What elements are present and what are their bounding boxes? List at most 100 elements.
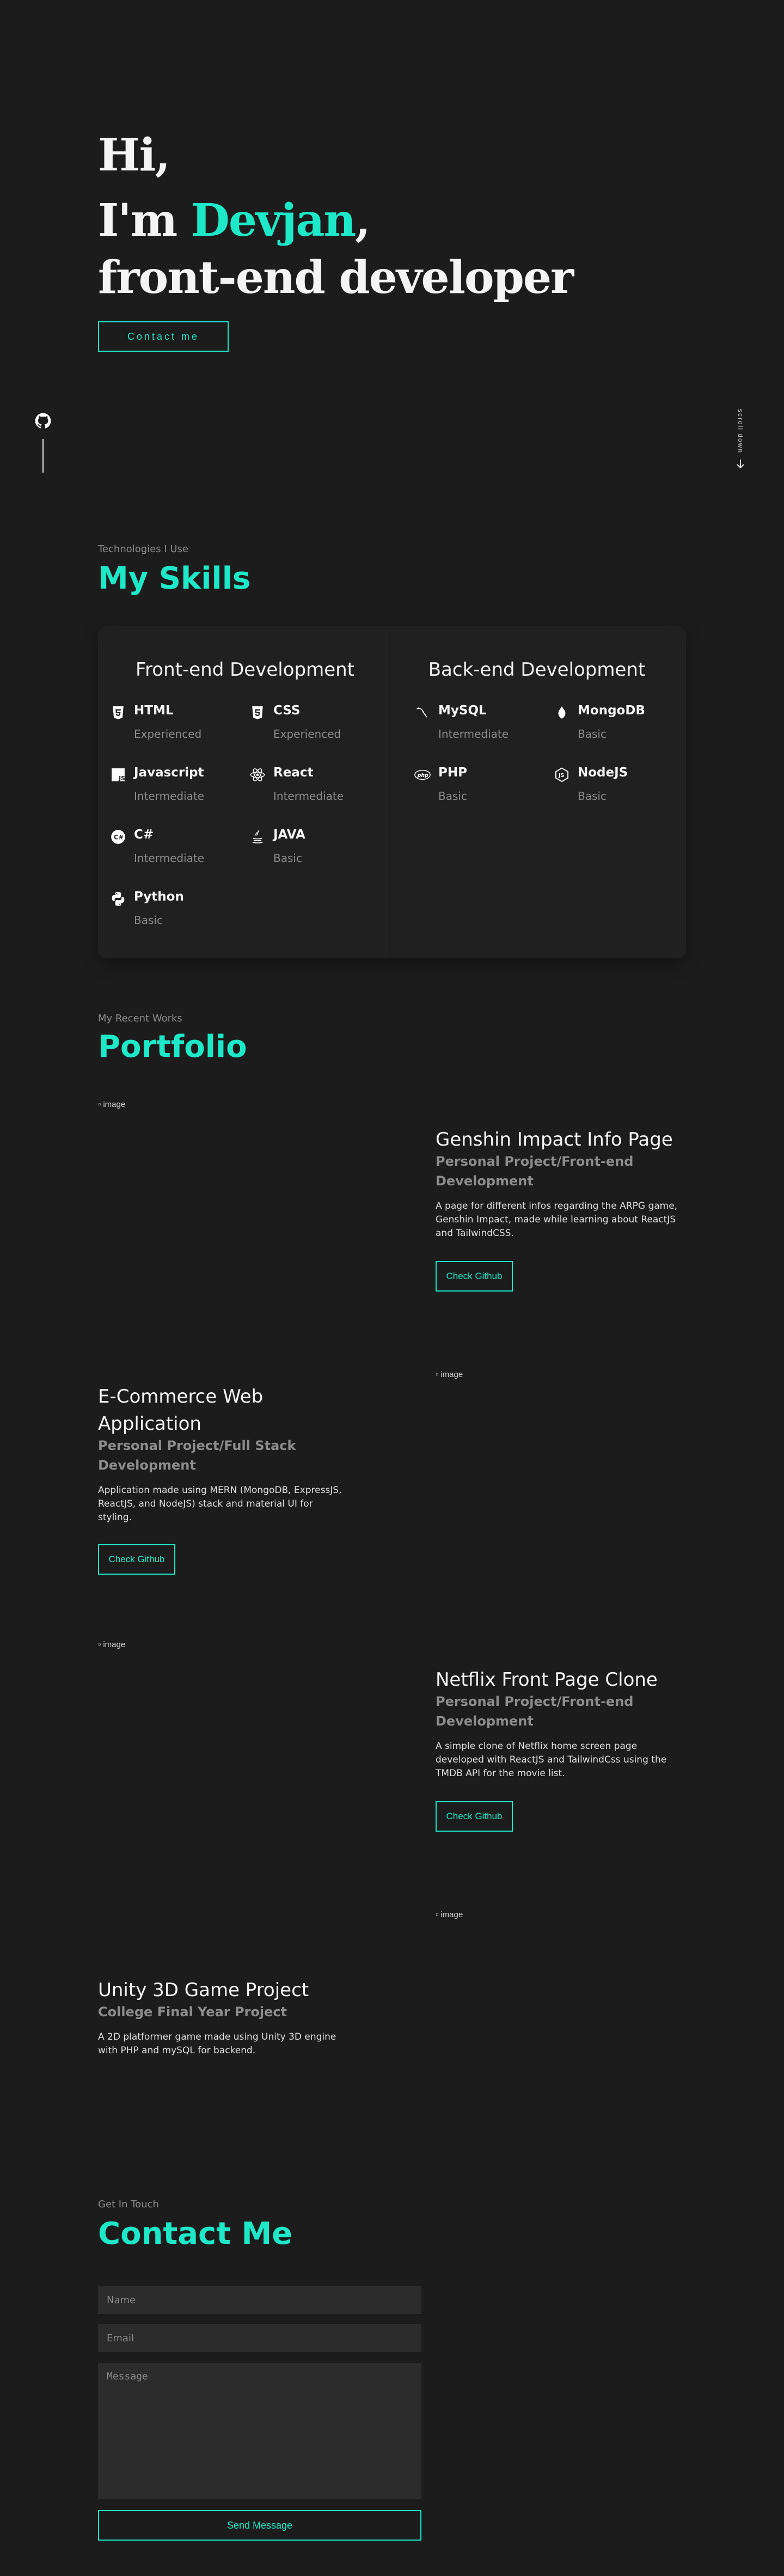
- php-icon: php: [414, 767, 431, 783]
- skill-name: HTML: [134, 703, 174, 718]
- svg-text:C#: C#: [114, 834, 124, 841]
- frontend-title: Front-end Development: [135, 659, 354, 681]
- skills-subtitle: Technologies I Use: [98, 543, 189, 555]
- contact-title: Contact Me: [98, 2216, 293, 2251]
- backend-column: Back-end Development MySQL Intermediate …: [387, 626, 687, 958]
- github-icon[interactable]: [35, 413, 51, 429]
- javascript-icon: JS: [110, 767, 126, 783]
- project-type: Development: [436, 1714, 534, 1729]
- java-icon: [249, 829, 266, 845]
- skill-python: Python Basic: [110, 888, 241, 931]
- skill-level: Intermediate: [273, 790, 344, 803]
- message-field[interactable]: [98, 2363, 421, 2499]
- image-alt-text: image: [440, 1370, 463, 1379]
- hero-name: Devjan: [191, 194, 356, 247]
- project-description: TMDB API for the movie list.: [436, 1768, 565, 1779]
- svg-text:JS: JS: [558, 773, 564, 779]
- project-type: Personal Project/Front-end: [436, 1694, 634, 1709]
- hero-intro: I'm Devjan,: [98, 194, 371, 247]
- skill-csharp: C# C# Intermediate: [110, 825, 241, 869]
- check-github-button[interactable]: Check Github: [436, 1261, 513, 1292]
- skills-card: Front-end Development HTML Experienced C…: [98, 626, 686, 958]
- project-description: and TailwindCSS.: [436, 1228, 514, 1239]
- broken-image-icon: ▫: [98, 1640, 101, 1649]
- project-description: Application made using MERN (MongoDB, Ex…: [98, 1485, 342, 1496]
- skill-level: Intermediate: [134, 852, 205, 865]
- skill-level: Experienced: [134, 727, 202, 741]
- skill-level: Basic: [578, 790, 607, 803]
- skill-name: CSS: [273, 703, 301, 718]
- broken-image-icon: ▫: [98, 1100, 101, 1109]
- python-icon: [110, 891, 126, 907]
- project-title: Application: [98, 1413, 201, 1435]
- project-description: developed with ReactJS and TailwindCss u…: [436, 1754, 667, 1765]
- contact-me-button[interactable]: Contact me: [98, 321, 229, 352]
- email-field[interactable]: [98, 2324, 421, 2352]
- csharp-icon: C#: [110, 829, 126, 845]
- project-title: Netflix Front Page Clone: [436, 1669, 658, 1691]
- skill-name: PHP: [438, 766, 467, 780]
- hero-greeting: Hi,: [98, 129, 170, 181]
- skill-name: Python: [134, 890, 184, 904]
- mysql-icon: [414, 705, 431, 721]
- skill-level: Experienced: [273, 727, 341, 741]
- skill-php: php PHP Basic: [414, 763, 545, 807]
- css3-icon: [249, 705, 266, 721]
- name-field[interactable]: [98, 2286, 421, 2314]
- skill-name: JAVA: [273, 828, 305, 842]
- skill-level: Intermediate: [438, 727, 509, 741]
- project-description: A 2D platformer game made using Unity 3D…: [98, 2032, 336, 2042]
- project-image: ▫ image: [98, 1640, 125, 1649]
- project-description: with PHP and mySQL for backend.: [98, 2045, 256, 2056]
- project-type: Development: [436, 1173, 534, 1189]
- send-message-button[interactable]: Send Message: [98, 2510, 421, 2541]
- skill-name: NodeJS: [578, 766, 628, 780]
- project-image: ▫ image: [436, 1910, 463, 1919]
- check-github-button[interactable]: Check Github: [436, 1801, 513, 1832]
- image-alt-text: image: [440, 1910, 463, 1919]
- react-icon: [249, 767, 266, 783]
- project-description: Genshin Impact, made while learning abou…: [436, 1214, 676, 1225]
- skill-java: JAVA Basic: [249, 825, 380, 869]
- project-title: Genshin Impact Info Page: [436, 1129, 673, 1151]
- project-description: A page for different infos regarding the…: [436, 1201, 678, 1211]
- project-type: Personal Project/Front-end: [436, 1154, 634, 1169]
- skills-title: My Skills: [98, 561, 251, 596]
- skill-mysql: MySQL Intermediate: [414, 701, 545, 745]
- project-description: ReactJS, and NodeJS) stack and material …: [98, 1498, 313, 1509]
- check-github-button[interactable]: Check Github: [98, 1544, 175, 1575]
- skill-javascript: JS Javascript Intermediate: [110, 763, 241, 807]
- svg-text:php: php: [417, 773, 428, 779]
- project-image: ▫ image: [436, 1370, 463, 1379]
- mongodb-icon: [554, 705, 570, 721]
- skill-nodejs: JS NodeJS Basic: [554, 763, 684, 807]
- project-type: Development: [98, 1458, 196, 1473]
- svg-text:JS: JS: [118, 775, 125, 782]
- scroll-down-label: scroll down: [737, 408, 744, 454]
- image-alt-text: image: [103, 1100, 126, 1109]
- skill-react: React Intermediate: [249, 763, 380, 807]
- portfolio-title: Portfolio: [98, 1029, 247, 1064]
- project-title: E-Commerce Web: [98, 1386, 264, 1408]
- skill-level: Basic: [578, 727, 607, 741]
- skill-level: Basic: [438, 790, 467, 803]
- skill-name: MongoDB: [578, 703, 645, 718]
- skill-css: CSS Experienced: [249, 701, 380, 745]
- project-type: College Final Year Project: [98, 2004, 287, 2020]
- broken-image-icon: ▫: [436, 1370, 439, 1379]
- skill-name: C#: [134, 828, 154, 842]
- image-alt-text: image: [103, 1640, 126, 1649]
- skill-name: Javascript: [134, 766, 204, 780]
- skill-html: HTML Experienced: [110, 701, 241, 745]
- skill-level: Intermediate: [134, 790, 205, 803]
- skill-level: Basic: [134, 914, 163, 927]
- project-description: styling.: [98, 1512, 132, 1523]
- skill-level: Basic: [273, 852, 302, 865]
- skill-name: MySQL: [438, 703, 487, 718]
- social-rail-line: [42, 439, 44, 473]
- project-title: Unity 3D Game Project: [98, 1979, 309, 2001]
- social-rail: [35, 413, 51, 473]
- scroll-down-indicator[interactable]: scroll down: [735, 403, 746, 474]
- arrow-down-icon: [735, 458, 746, 469]
- frontend-column: Front-end Development HTML Experienced C…: [98, 626, 392, 958]
